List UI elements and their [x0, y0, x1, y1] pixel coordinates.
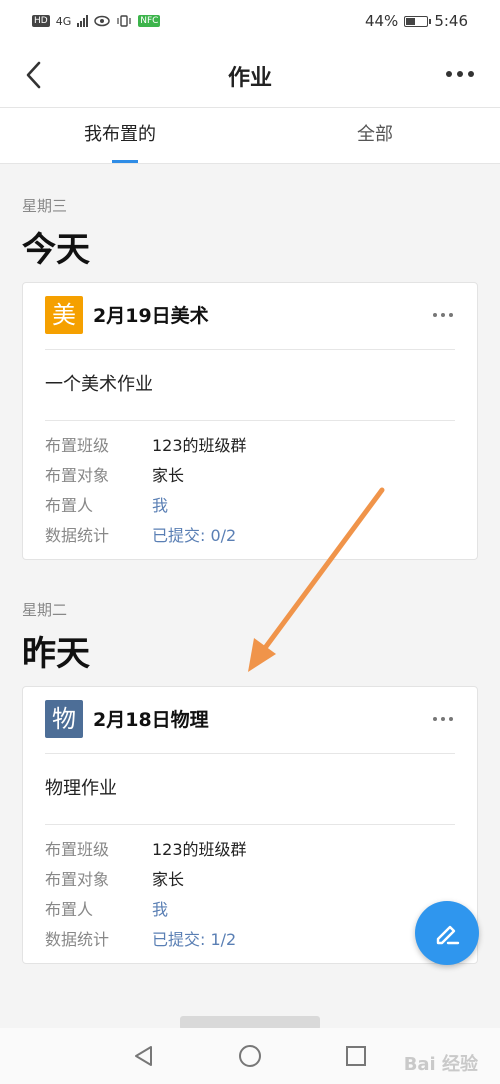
info-row-class: 布置班级 123的班级群: [45, 833, 455, 863]
day-heading: 昨天: [22, 634, 90, 674]
info-value: 123的班级群: [152, 436, 247, 455]
info-value: 我: [152, 496, 169, 515]
watermark: Bai 经验: [403, 1054, 478, 1075]
info-value: 家长: [152, 870, 185, 889]
edit-pencil-icon: [436, 925, 460, 945]
nav-back-button[interactable]: [132, 1044, 156, 1068]
battery-percent: 44%: [364, 12, 399, 30]
info-row-target: 布置对象 家长: [45, 459, 455, 489]
title-bar: 作业: [0, 42, 500, 108]
card-header: 物 2月18日物理: [45, 687, 455, 754]
info-row-target: 布置对象 家长: [45, 863, 455, 893]
tab-active-indicator: [112, 160, 138, 163]
circle-home-icon: [239, 1045, 261, 1067]
info-row-assigner: 布置人 我: [45, 489, 455, 519]
status-bar: HD 4G NFC 44% 5:46: [0, 0, 500, 42]
status-right: 44% 5:46: [365, 12, 468, 30]
card-info: 布置班级 123的班级群 布置对象 家长 布置人 我 数据统计 已提交: 1/2: [23, 825, 477, 963]
homework-card[interactable]: 物 2月18日物理 物理作业 布置班级 123的班级群 布置对象 家长 布置人 我 数…: [22, 686, 478, 964]
info-value: 我: [152, 900, 169, 919]
info-value: 家长: [152, 466, 185, 485]
info-label: 数据统计: [45, 526, 110, 545]
tab-bar: 我布置的 全部: [0, 108, 500, 164]
tab-assigned-by-me[interactable]: 我布置的: [0, 108, 250, 163]
card-description: 物理作业: [45, 754, 455, 825]
card-title: 2月19日美术: [93, 305, 209, 327]
card-more-button[interactable]: [433, 717, 453, 721]
info-label: 布置班级: [45, 840, 110, 859]
more-horizontal-icon: [433, 717, 437, 721]
more-horizontal-icon: [433, 313, 437, 317]
card-more-button[interactable]: [433, 313, 453, 317]
weekday-label: 星期二: [22, 601, 68, 619]
submission-stats-link[interactable]: 已提交: 1/2: [152, 926, 236, 950]
info-row-stats: 数据统计 已提交: 1/2: [45, 923, 455, 953]
battery-icon: [404, 15, 432, 27]
card-header: 美 2月19日美术: [45, 283, 455, 350]
tab-all[interactable]: 全部: [250, 108, 500, 163]
art-subject-icon: 美: [45, 296, 83, 334]
info-label: 布置班级: [45, 436, 110, 455]
square-recent-icon: [346, 1046, 366, 1066]
nfc-icon: NFC: [138, 15, 161, 27]
signal-icon: [77, 15, 89, 27]
tab-label: 我布置的: [84, 124, 156, 145]
hd-icon: HD: [32, 15, 50, 27]
more-horizontal-icon: [446, 71, 452, 77]
info-row-assigner: 布置人 我: [45, 893, 455, 923]
info-label: 布置对象: [45, 466, 110, 485]
create-homework-button[interactable]: [415, 901, 479, 965]
nav-home-button[interactable]: [238, 1044, 262, 1068]
eye-icon: [94, 15, 110, 27]
page-title: 作业: [227, 66, 272, 91]
vibrate-icon: [117, 15, 131, 27]
info-label: 布置人: [45, 900, 94, 919]
info-label: 布置对象: [45, 870, 110, 889]
submission-stats-link[interactable]: 已提交: 0/2: [152, 522, 236, 546]
network-type: 4G: [55, 14, 72, 28]
homework-card[interactable]: 美 2月19日美术 一个美术作业 布置班级 123的班级群 布置对象 家长 布置人 我…: [22, 282, 478, 560]
tab-label: 全部: [357, 124, 393, 145]
status-left: HD 4G NFC: [32, 14, 161, 28]
card-title: 2月18日物理: [93, 709, 209, 731]
info-row-class: 布置班级 123的班级群: [45, 429, 455, 459]
nav-recent-button[interactable]: [344, 1044, 368, 1068]
card-info: 布置班级 123的班级群 布置对象 家长 布置人 我 数据统计 已提交: 0/2: [23, 421, 477, 559]
triangle-back-icon: [135, 1046, 152, 1066]
battery-fill: [406, 17, 415, 25]
clock: 5:46: [434, 12, 468, 30]
info-label: 数据统计: [45, 930, 110, 949]
info-label: 布置人: [45, 496, 94, 515]
more-button[interactable]: [442, 64, 478, 84]
card-description: 一个美术作业: [45, 350, 455, 421]
weekday-label: 星期三: [22, 197, 68, 215]
day-heading: 今天: [22, 230, 90, 270]
physics-subject-icon: 物: [45, 700, 83, 738]
info-row-stats: 数据统计 已提交: 0/2: [45, 519, 455, 549]
info-value: 123的班级群: [152, 840, 247, 859]
